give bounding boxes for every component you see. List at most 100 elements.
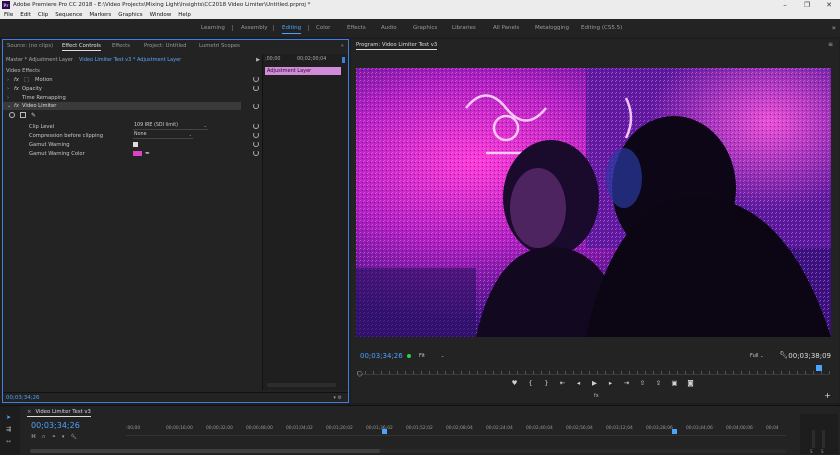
track-select-tool-icon[interactable]: ⇶ <box>6 426 11 433</box>
reset-icon[interactable] <box>253 141 259 147</box>
effect-controls-timecode[interactable]: 00;03;34;26 <box>6 395 40 401</box>
workspace-effects[interactable]: Effects <box>347 25 366 31</box>
menu-clip[interactable]: Clip <box>38 12 48 18</box>
tab-source[interactable]: Source: (no clips) <box>7 43 53 49</box>
menu-file[interactable]: File <box>4 12 13 18</box>
master-label[interactable]: Master * Adjustment Layer <box>6 57 73 63</box>
step-back-icon[interactable]: ◂ <box>575 379 582 387</box>
scrollbar-knob[interactable] <box>30 449 380 453</box>
minimize-icon[interactable]: – <box>774 0 796 10</box>
panel-overflow-icon[interactable]: » <box>341 43 344 49</box>
step-forward-icon[interactable]: ▸ <box>607 379 614 387</box>
close-tab-icon[interactable]: × <box>27 409 31 415</box>
program-time-ruler[interactable] <box>357 369 830 375</box>
workspace-all-panels[interactable]: All Panels <box>493 25 519 31</box>
program-timecode[interactable]: 00;03;34;26 <box>360 352 403 360</box>
workspace-editing[interactable]: Editing <box>282 25 302 34</box>
workspace-editing-cs55[interactable]: Editing (CS5.5) <box>581 25 622 31</box>
fx-toggle-icon[interactable]: fx <box>594 393 599 399</box>
workspace-learning[interactable]: Learning <box>201 25 225 31</box>
solo-label[interactable]: S <box>810 449 813 454</box>
nest-icon[interactable]: ⌘ <box>31 434 36 440</box>
solo-label[interactable]: S <box>821 449 824 454</box>
menu-graphics[interactable]: Graphics <box>118 12 142 18</box>
panel-menu-icon[interactable]: ≡ <box>828 41 833 48</box>
selection-tool-icon[interactable]: ➤ <box>6 414 11 421</box>
workspace-color[interactable]: Color <box>316 25 330 31</box>
menu-sequence[interactable]: Sequence <box>55 12 82 18</box>
timeline-ruler[interactable]: :00;00 00;00;16;00 00;00;32;00 00;00;48;00 0… <box>126 424 786 436</box>
marker-icon[interactable]: ♥ <box>511 379 518 387</box>
menu-edit[interactable]: Edit <box>20 12 31 18</box>
snap-icon[interactable]: ∩ <box>42 434 46 440</box>
fx-badge-icon[interactable]: fx <box>14 86 19 92</box>
clip-level-dropdown[interactable]: 109 IRE (SDI limit) ⌄ <box>133 123 208 130</box>
eyedropper-icon[interactable]: ✒ <box>145 150 150 157</box>
expand-chevron-icon[interactable]: › <box>7 77 9 83</box>
gamut-color-swatch[interactable] <box>133 151 142 156</box>
collapse-chevron-icon[interactable]: ⌄ <box>7 103 11 109</box>
tab-effects[interactable]: Effects <box>112 43 130 49</box>
resolution-dropdown[interactable]: Full ⌄ <box>750 353 764 359</box>
mark-in-icon[interactable]: { <box>527 379 534 387</box>
tab-project[interactable]: Project: Untitled <box>144 43 187 49</box>
zoom-dropdown[interactable]: Fit ⌄ <box>419 353 444 359</box>
reset-icon[interactable] <box>253 132 259 138</box>
add-marker-icon[interactable]: ▾ <box>62 434 65 440</box>
timeline-scrollbar[interactable] <box>30 449 786 453</box>
workspaces-overflow-icon[interactable]: » <box>832 24 836 32</box>
fx-badge-icon[interactable]: fx <box>14 103 19 109</box>
rectangle-mask-icon[interactable] <box>20 112 26 118</box>
export-frame-icon[interactable]: ◙ <box>687 379 694 387</box>
filter-icon[interactable]: ▾ <box>333 395 336 401</box>
maximize-icon[interactable]: ❐ <box>796 0 818 10</box>
workspace-metalogging[interactable]: Metalogging <box>535 25 569 31</box>
compression-dropdown[interactable]: None ⌄ <box>133 132 193 139</box>
comparison-view-icon[interactable]: ▣ <box>671 379 678 387</box>
tab-effect-controls[interactable]: Effect Controls <box>62 43 101 51</box>
expand-chevron-icon[interactable]: › <box>7 95 9 101</box>
play-icon[interactable]: ▶ <box>591 379 598 387</box>
extract-icon[interactable]: ⇪ <box>655 379 662 387</box>
menu-help[interactable]: Help <box>178 12 191 18</box>
horizontal-scrollbar[interactable] <box>267 383 336 387</box>
workspace-graphics[interactable]: Graphics <box>413 25 437 31</box>
tab-sequence[interactable]: × Video Limiter Test v3 <box>27 409 91 417</box>
wrench-icon[interactable]: 🔧︎ <box>779 351 788 359</box>
go-to-out-icon[interactable]: ⇥ <box>623 379 630 387</box>
menu-window[interactable]: Window <box>150 12 172 18</box>
program-monitor-title[interactable]: Program: Video Limiter Test v3 <box>356 42 438 50</box>
linked-selection-icon[interactable]: ⚭ <box>52 434 56 440</box>
in-point-marker-icon[interactable]: ◯ <box>357 371 363 377</box>
button-editor-icon[interactable]: + <box>824 391 831 400</box>
workspace-assembly[interactable]: Assembly <box>241 25 268 31</box>
fx-badge-icon[interactable]: fx <box>14 77 19 83</box>
clip-label[interactable]: Video Limiter Test v3 * Adjustment Layer <box>79 57 181 63</box>
reset-icon[interactable] <box>253 123 259 129</box>
adjustment-layer-clip[interactable]: Adjustment Layer <box>265 67 341 75</box>
ripple-edit-tool-icon[interactable]: ⇿ <box>6 438 11 445</box>
gamut-warning-checkbox[interactable] <box>133 142 138 147</box>
timeline-timecode[interactable]: 00;03;34;26 <box>31 421 80 430</box>
workspace-libraries[interactable]: Libraries <box>452 25 476 31</box>
timeline-settings-icon[interactable]: 🔧︎ <box>70 434 76 440</box>
reset-icon[interactable] <box>253 85 259 91</box>
pen-mask-icon[interactable]: ✎ <box>31 112 36 119</box>
play-icon[interactable]: ▶ <box>256 57 260 63</box>
program-playhead[interactable] <box>816 365 822 371</box>
go-to-in-icon[interactable]: ⇤ <box>559 379 566 387</box>
playhead-marker[interactable] <box>342 57 345 63</box>
timeline-playhead[interactable] <box>672 429 677 434</box>
effect-row-motion[interactable]: › fx ⬚ Motion <box>3 76 262 84</box>
menu-markers[interactable]: Markers <box>89 12 111 18</box>
effect-row-video-limiter[interactable]: ⌄ fx Video Limiter <box>3 102 241 110</box>
reset-icon[interactable] <box>253 150 259 156</box>
settings-icon[interactable]: ⚙ <box>338 395 342 401</box>
close-icon[interactable]: ✕ <box>818 0 840 10</box>
lift-icon[interactable]: ⇧ <box>639 379 646 387</box>
reset-icon[interactable] <box>253 103 259 109</box>
timeline-in-marker[interactable] <box>382 429 387 434</box>
effect-row-time-remapping[interactable]: › Time Remapping <box>3 94 262 102</box>
effect-row-opacity[interactable]: › fx Opacity <box>3 85 262 93</box>
tab-lumetri-scopes[interactable]: Lumetri Scopes <box>199 43 240 49</box>
